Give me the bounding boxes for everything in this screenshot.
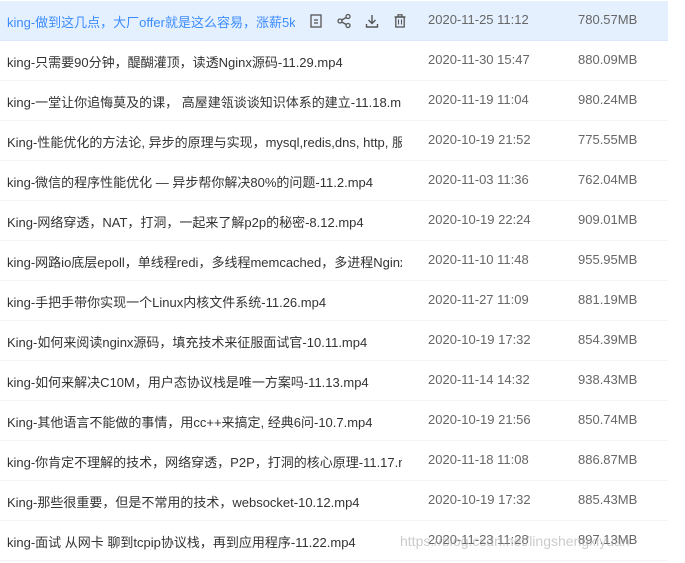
file-date: 2020-10-19 17:32 xyxy=(428,332,531,347)
delete-icon[interactable] xyxy=(390,11,410,31)
file-size: 854.39MB xyxy=(578,332,638,347)
file-date: 2020-10-19 21:52 xyxy=(428,132,531,147)
file-date: 2020-11-30 15:47 xyxy=(428,52,530,67)
file-date: 2020-10-19 17:32 xyxy=(428,492,531,507)
row-actions xyxy=(306,11,411,31)
file-size: 762.04MB xyxy=(578,172,638,187)
save-icon[interactable] xyxy=(306,11,326,31)
file-date: 2020-11-23 11:28 xyxy=(428,532,529,547)
file-name[interactable]: King-那些很重要，但是不常用的技术，websocket-10.12.mp4 xyxy=(7,492,402,511)
file-name[interactable]: king-你肯定不理解的技术，网络穿透，P2P，打洞的核心原理-11.17.mp… xyxy=(7,452,402,471)
file-date: 2020-11-27 11:09 xyxy=(428,292,529,307)
file-row[interactable]: King-如何来阅读nginx源码，填充技术来征服面试官-10.11.mp4 20… xyxy=(0,321,668,361)
download-icon[interactable] xyxy=(362,11,382,31)
file-date: 2020-11-10 11:48 xyxy=(428,252,529,267)
file-size: 955.95MB xyxy=(578,252,638,267)
file-size: 881.19MB xyxy=(578,292,638,307)
file-row[interactable]: King-其他语言不能做的事情，用cc++来搞定, 经典6问-10.7.mp4 2… xyxy=(0,401,668,441)
file-row[interactable]: king-面试 从网卡 聊到tcpip协议栈，再到应用程序-11.22.mp4 2… xyxy=(0,521,668,561)
file-name[interactable]: king-面试 从网卡 聊到tcpip协议栈，再到应用程序-11.22.mp4 xyxy=(7,532,402,551)
file-list: king-做到这几点，大厂offer就是这么容易，涨薪5k... 2020-11-… xyxy=(0,0,685,563)
file-row[interactable]: king-做到这几点，大厂offer就是这么容易，涨薪5k... 2020-11-… xyxy=(0,1,668,41)
file-name[interactable]: king-一堂让你追悔莫及的课， 高屋建瓴谈谈知识体系的建立-11.18.mp4 xyxy=(7,92,402,111)
file-row[interactable]: King-性能优化的方法论, 异步的原理与实现，mysql,redis,dns,… xyxy=(0,121,668,161)
file-row[interactable]: king-网路io底层epoll，单线程redi，多线程memcached，多进… xyxy=(0,241,668,281)
file-size: 850.74MB xyxy=(578,412,638,427)
file-size: 938.43MB xyxy=(578,372,638,387)
file-size: 780.57MB xyxy=(578,12,638,27)
file-size: 885.43MB xyxy=(578,492,638,507)
file-date: 2020-11-25 11:12 xyxy=(428,12,529,27)
file-row[interactable]: king-一堂让你追悔莫及的课， 高屋建瓴谈谈知识体系的建立-11.18.mp4… xyxy=(0,81,668,121)
file-name[interactable]: king-只需要90分钟，醍醐灌顶，读透Nginx源码-11.29.mp4 xyxy=(7,52,402,71)
file-row[interactable]: king-如何来解决C10M，用户态协议栈是唯一方案吗-11.13.mp4 202… xyxy=(0,361,668,401)
file-name[interactable]: King-如何来阅读nginx源码，填充技术来征服面试官-10.11.mp4 xyxy=(7,332,402,351)
file-name[interactable]: king-微信的程序性能优化 — 异步帮你解决80%的问题-11.2.mp4 xyxy=(7,172,402,191)
file-row[interactable]: king-你肯定不理解的技术，网络穿透，P2P，打洞的核心原理-11.17.mp… xyxy=(0,441,668,481)
file-date: 2020-11-18 11:08 xyxy=(428,452,529,467)
file-name[interactable]: king-做到这几点，大厂offer就是这么容易，涨薪5k... xyxy=(7,12,295,31)
file-row[interactable]: king-只需要90分钟，醍醐灌顶，读透Nginx源码-11.29.mp4 202… xyxy=(0,41,668,81)
share-icon[interactable] xyxy=(334,11,354,31)
file-date: 2020-11-19 11:04 xyxy=(428,92,529,107)
file-date: 2020-11-03 11:36 xyxy=(428,172,529,187)
file-size: 897.13MB xyxy=(578,532,638,547)
file-size: 775.55MB xyxy=(578,132,638,147)
file-name[interactable]: king-网路io底层epoll，单线程redi，多线程memcached，多进… xyxy=(7,252,402,271)
file-name[interactable]: King-性能优化的方法论, 异步的原理与实现，mysql,redis,dns,… xyxy=(7,132,402,151)
file-name[interactable]: King-网络穿透，NAT，打洞，一起来了解p2p的秘密-8.12.mp4 xyxy=(7,212,402,231)
file-size: 980.24MB xyxy=(578,92,638,107)
file-name[interactable]: King-其他语言不能做的事情，用cc++来搞定, 经典6问-10.7.mp4 xyxy=(7,412,402,431)
file-row[interactable]: King-那些很重要，但是不常用的技术，websocket-10.12.mp4 2… xyxy=(0,481,668,521)
file-row[interactable]: king-手把手带你实现一个Linux内核文件系统-11.26.mp4 2020-… xyxy=(0,281,668,321)
file-name[interactable]: king-如何来解决C10M，用户态协议栈是唯一方案吗-11.13.mp4 xyxy=(7,372,402,391)
file-date: 2020-10-19 22:24 xyxy=(428,212,531,227)
file-name[interactable]: king-手把手带你实现一个Linux内核文件系统-11.26.mp4 xyxy=(7,292,402,311)
file-size: 909.01MB xyxy=(578,212,638,227)
file-size: 880.09MB xyxy=(578,52,638,67)
file-size: 886.87MB xyxy=(578,452,638,467)
file-row[interactable]: king-微信的程序性能优化 — 异步帮你解决80%的问题-11.2.mp4 20… xyxy=(0,161,668,201)
file-date: 2020-10-19 21:56 xyxy=(428,412,531,427)
file-row[interactable]: King-网络穿透，NAT，打洞，一起来了解p2p的秘密-8.12.mp4 202… xyxy=(0,201,668,241)
file-date: 2020-11-14 14:32 xyxy=(428,372,530,387)
